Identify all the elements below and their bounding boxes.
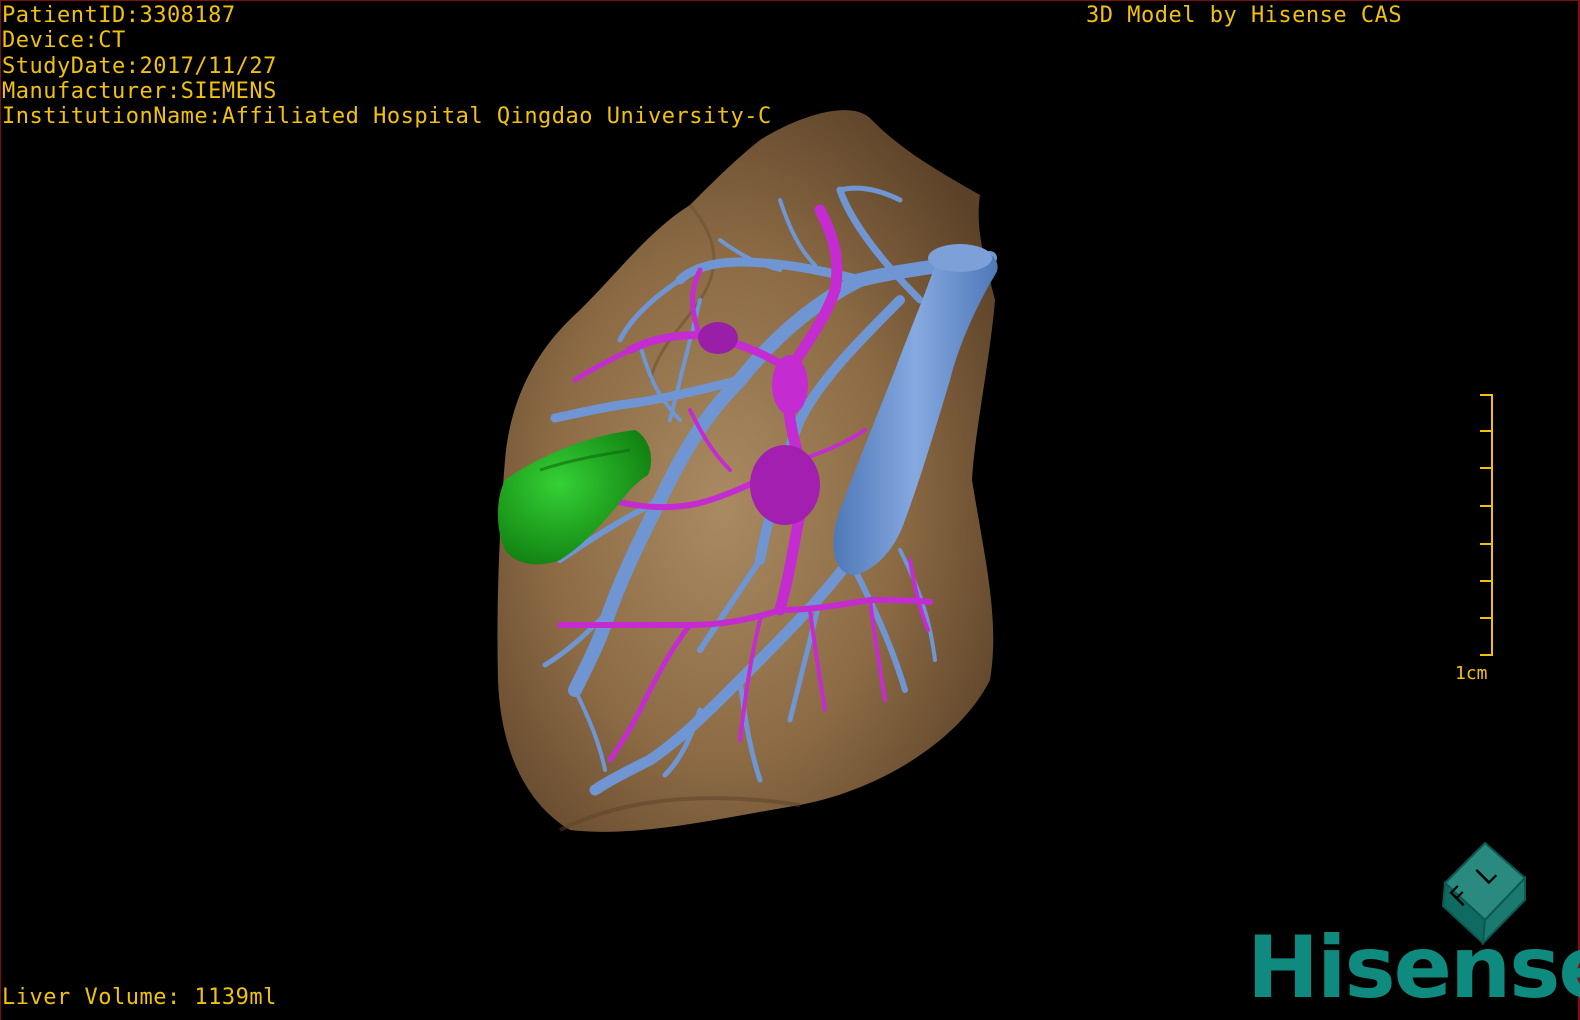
dicom-info: PatientID:3308187 Device:CT StudyDate:20…: [2, 3, 772, 129]
manufacturer: Manufacturer:SIEMENS: [2, 78, 277, 104]
liver-3d-model[interactable]: [0, 0, 1580, 1020]
model-credit: 3D Model by Hisense CAS: [1086, 3, 1403, 28]
scale-label: 1cm: [1455, 663, 1488, 684]
hisense-logo: Hisense: [1247, 918, 1580, 1018]
institution-name: InstitutionName:Affiliated Hospital Qing…: [2, 104, 772, 130]
device: Device:CT: [2, 28, 126, 54]
study-date: StudyDate:2017/11/27: [2, 53, 277, 79]
liver-volume: Liver Volume: 1139ml: [2, 985, 277, 1010]
patient-id: PatientID:3308187: [2, 3, 236, 28]
3d-viewport[interactable]: PatientID:3308187 Device:CT StudyDate:20…: [0, 0, 1580, 1020]
scale-bar: [1480, 394, 1493, 656]
